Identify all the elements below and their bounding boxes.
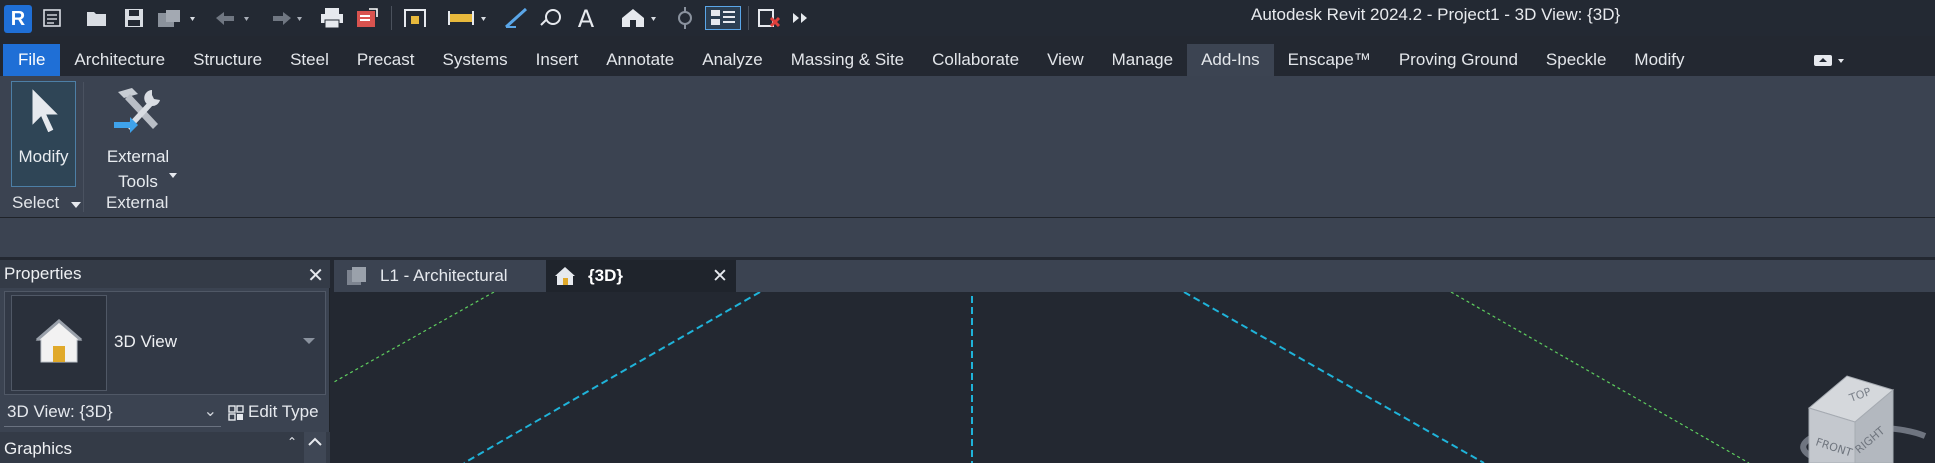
window-title: Autodesk Revit 2024.2 - Project1 - 3D Vi… <box>1251 5 1621 24</box>
external-tools-label-line1: External <box>106 147 170 166</box>
options-bar <box>0 217 1935 257</box>
external-tools-label-line2: Tools <box>118 172 158 191</box>
chevron-down-icon: ⌄ <box>203 403 217 420</box>
tab-collaborate[interactable]: Collaborate <box>918 44 1033 76</box>
select-label: Select <box>12 193 60 212</box>
view-tab-l1-architectural[interactable]: L1 - Architectural <box>340 260 546 292</box>
chevron-down-icon <box>303 338 315 344</box>
modify-button[interactable]: Modify <box>11 81 76 187</box>
external-tools-label: External Tools <box>101 144 175 194</box>
properties-palette: Properties ✕ 3D View 3D View: {3D} ⌄ Edi… <box>0 260 330 463</box>
properties-header: Properties ✕ <box>0 260 330 288</box>
default-3d-view-icon[interactable] <box>618 6 662 30</box>
collapse-icon[interactable]: ⌃ <box>287 435 297 449</box>
external-panel-label: External <box>106 193 169 212</box>
export-icon[interactable] <box>354 6 380 30</box>
undo-icon[interactable] <box>211 6 255 30</box>
view-guide-lines <box>334 292 1750 463</box>
tab-proving-ground[interactable]: Proving Ground <box>1385 44 1532 76</box>
tag-by-category-icon[interactable] <box>538 6 564 30</box>
view-tab-bar: L1 - Architectural {3D} ✕ <box>334 260 1935 292</box>
ribbon-tab-bar: File Architecture Structure Steel Precas… <box>0 44 1935 76</box>
home-page-icon[interactable] <box>41 6 65 30</box>
edit-type-icon <box>228 405 244 426</box>
properties-title: Properties <box>4 264 82 283</box>
more-tools-icon[interactable] <box>790 6 812 30</box>
chevron-down-icon <box>70 194 82 214</box>
view-tab-label: L1 - Architectural <box>380 266 508 285</box>
print-icon[interactable] <box>318 6 346 30</box>
tab-annotate[interactable]: Annotate <box>592 44 688 76</box>
thin-lines-icon[interactable] <box>705 6 741 30</box>
aligned-dimension-icon[interactable] <box>401 6 429 30</box>
3d-view-canvas[interactable] <box>334 292 1935 463</box>
close-icon[interactable]: ✕ <box>307 263 324 288</box>
floor-plan-icon <box>346 266 368 291</box>
edit-type-button[interactable]: Edit Type <box>224 397 328 427</box>
view-tab-label: {3D} <box>588 266 623 285</box>
tab-structure[interactable]: Structure <box>179 44 276 76</box>
house-icon <box>554 265 576 292</box>
tab-manage[interactable]: Manage <box>1098 44 1187 76</box>
type-selector[interactable]: 3D View <box>4 291 326 395</box>
tab-add-ins[interactable]: Add-Ins <box>1187 44 1274 76</box>
tab-insert[interactable]: Insert <box>522 44 593 76</box>
tab-precast[interactable]: Precast <box>343 44 429 76</box>
tab-analyze[interactable]: Analyze <box>688 44 776 76</box>
angular-dimension-icon[interactable] <box>502 6 530 30</box>
redo-icon[interactable] <box>264 6 308 30</box>
tab-massing-site[interactable]: Massing & Site <box>777 44 918 76</box>
tab-systems[interactable]: Systems <box>428 44 521 76</box>
panel-divider <box>83 82 84 212</box>
cursor-arrow-icon <box>28 86 62 143</box>
close-icon[interactable]: ✕ <box>712 265 728 288</box>
instance-view-dropdown[interactable]: 3D View: {3D} ⌄ <box>4 397 221 427</box>
measure-icon[interactable] <box>446 6 490 30</box>
ribbon-panel: Modify Select External Tools External <box>0 76 1935 218</box>
type-name: 3D View <box>114 332 177 351</box>
modify-label: Modify <box>18 147 69 166</box>
select-panel-dropdown[interactable]: Select <box>12 193 82 214</box>
edit-type-label: Edit Type <box>248 402 319 421</box>
tab-view[interactable]: View <box>1033 44 1098 76</box>
green-guide-line <box>334 292 495 383</box>
graphics-section-header[interactable]: Graphics ⌃ <box>0 432 330 463</box>
tab-steel[interactable]: Steel <box>276 44 343 76</box>
view-tab-3d[interactable]: {3D} ✕ <box>546 260 736 292</box>
tab-modify[interactable]: Modify <box>1620 44 1698 76</box>
external-tools-button[interactable]: External Tools <box>101 84 177 191</box>
tab-enscape[interactable]: Enscape™ <box>1274 44 1385 76</box>
external-tools-icon <box>112 84 166 143</box>
cyan-guide-line <box>463 292 761 463</box>
green-guide-line <box>1450 292 1750 463</box>
tab-architecture[interactable]: Architecture <box>60 44 179 76</box>
house-icon <box>34 318 84 371</box>
revit-logo-button[interactable]: R <box>4 5 32 33</box>
close-inactive-views-icon[interactable] <box>756 6 784 30</box>
tab-speckle[interactable]: Speckle <box>1532 44 1620 76</box>
save-icon[interactable] <box>122 6 146 30</box>
viewcube[interactable]: TOP FRONT RIGHT <box>1775 368 1935 463</box>
tab-file[interactable]: File <box>3 44 61 76</box>
scrollbar-up-button[interactable] <box>304 432 326 463</box>
ribbon-display-options-icon[interactable] <box>1810 52 1848 70</box>
sync-central-icon[interactable] <box>155 6 199 30</box>
text-icon[interactable]: A <box>573 6 599 30</box>
cyan-guide-line <box>1183 292 1485 463</box>
svg-text:A: A <box>578 6 595 30</box>
chevron-down-icon <box>169 166 177 184</box>
graphics-label: Graphics <box>4 439 73 458</box>
type-thumbnail <box>11 295 107 391</box>
section-icon[interactable] <box>672 6 698 30</box>
instance-view-value: 3D View: {3D} <box>7 402 113 421</box>
quick-access-toolbar: R A Autodesk Revit 2024.2 - Project1 - 3… <box>0 0 1935 36</box>
open-folder-icon[interactable] <box>84 6 110 30</box>
